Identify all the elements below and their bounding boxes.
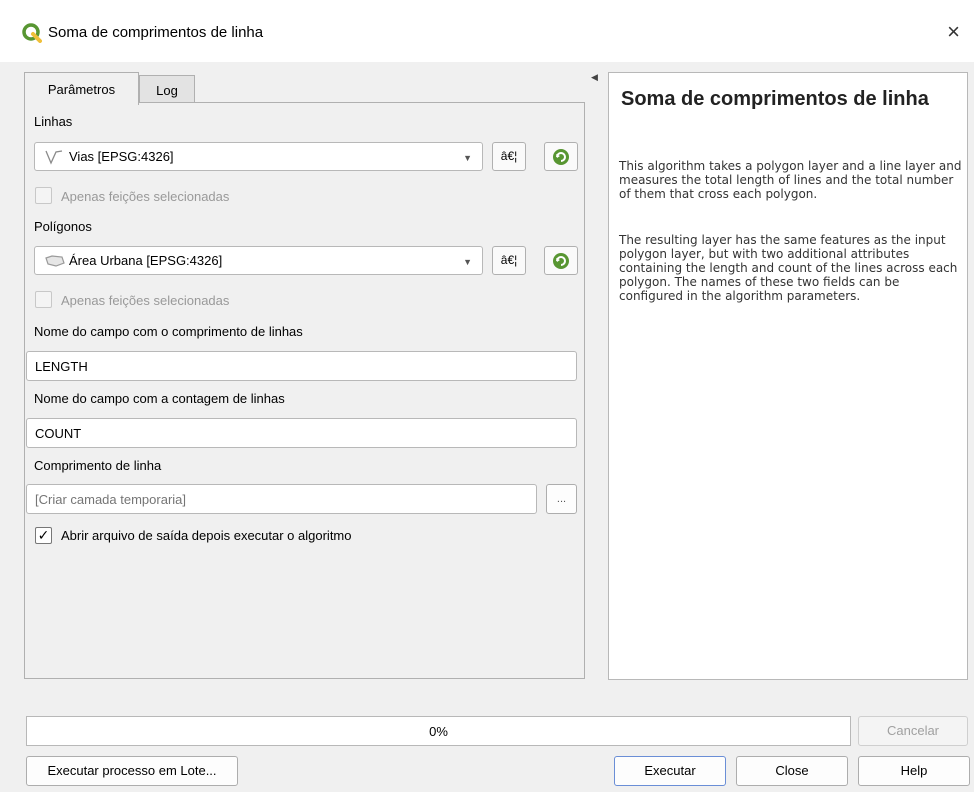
progress-text: 0% [429, 724, 448, 739]
output-path-input[interactable] [26, 484, 537, 514]
length-field-label: Nome do campo com o comprimento de linha… [34, 324, 303, 339]
open-output-checkbox[interactable]: ✓ [35, 527, 52, 544]
chevron-down-icon: ▼ [463, 257, 472, 267]
title-bar: Soma de comprimentos de linha × [0, 0, 974, 62]
polygons-layer-combo[interactable]: Área Urbana [EPSG:4326] ▼ [34, 246, 483, 275]
run-button[interactable]: Executar [614, 756, 726, 786]
lines-layer-value: Vias [EPSG:4326] [69, 149, 174, 164]
polygons-selected-only-checkbox[interactable] [35, 291, 52, 308]
line-layer-icon [45, 150, 63, 165]
progress-bar: 0% [26, 716, 851, 746]
qgis-logo-icon [22, 23, 42, 43]
close-window-icon[interactable]: × [947, 19, 960, 45]
lines-label: Linhas [34, 114, 73, 129]
refresh-icon [553, 253, 569, 269]
help-paragraph-1: This algorithm takes a polygon layer and… [619, 159, 962, 201]
help-title: Soma de comprimentos de linha [621, 88, 929, 110]
lines-refresh-button[interactable] [544, 142, 578, 171]
refresh-icon [553, 149, 569, 165]
batch-process-button[interactable]: Executar processo em Lote... [26, 756, 238, 786]
output-label: Comprimento de linha [34, 458, 162, 473]
window-title: Soma de comprimentos de linha [48, 24, 264, 41]
chevron-down-icon: ▼ [463, 153, 472, 163]
close-button[interactable]: Close [736, 756, 848, 786]
count-field-input[interactable] [26, 418, 577, 448]
lines-selected-only-label: Apenas feições selecionadas [61, 189, 230, 204]
help-paragraph-2: The resulting layer has the same feature… [619, 233, 958, 303]
cancel-button[interactable]: Cancelar [858, 716, 968, 746]
count-field-label: Nome do campo com a contagem de linhas [34, 391, 285, 406]
tab-parametros[interactable]: Parâmetros [24, 72, 139, 105]
lines-iterate-button[interactable]: â€¦ [492, 142, 526, 171]
help-panel: Soma de comprimentos de linha This algor… [608, 72, 968, 680]
lines-selected-only-checkbox[interactable] [35, 187, 52, 204]
open-output-label: Abrir arquivo de saída depois executar o… [61, 528, 352, 543]
polygons-label: Polígonos [34, 219, 92, 234]
lines-layer-combo[interactable]: Vias [EPSG:4326] ▼ [34, 142, 483, 171]
polygons-layer-value: Área Urbana [EPSG:4326] [69, 253, 223, 268]
collapse-help-icon[interactable]: ◀ [591, 72, 598, 83]
tab-log[interactable]: Log [139, 75, 195, 103]
length-field-input[interactable] [26, 351, 577, 381]
polygons-selected-only-label: Apenas feições selecionadas [61, 293, 230, 308]
browse-output-button[interactable]: ... [546, 484, 577, 514]
polygon-layer-icon [45, 255, 65, 267]
polygons-iterate-button[interactable]: â€¦ [492, 246, 526, 275]
help-button[interactable]: Help [858, 756, 970, 786]
polygons-refresh-button[interactable] [544, 246, 578, 275]
